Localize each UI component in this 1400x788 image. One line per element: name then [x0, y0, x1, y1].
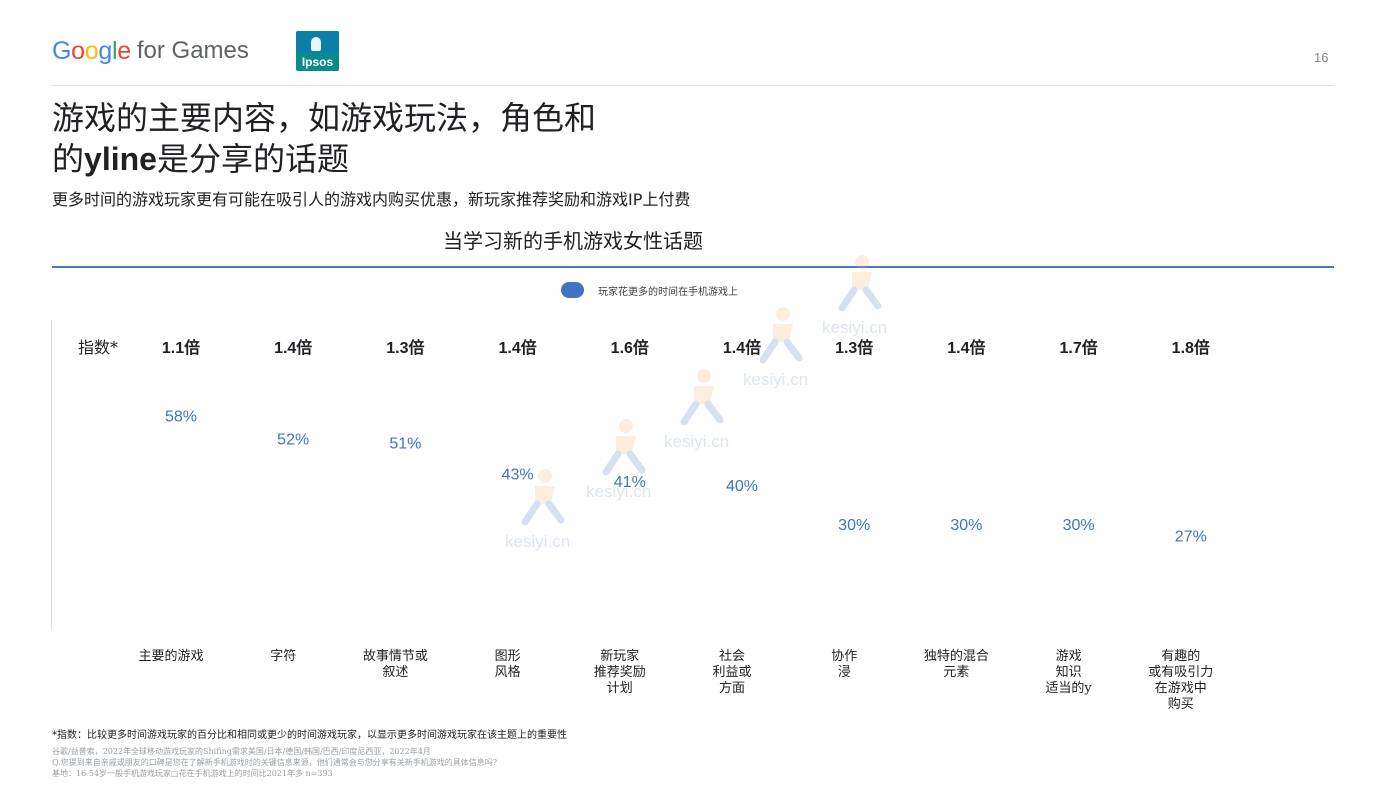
category-label: 协作 — [831, 649, 857, 664]
data-point-label: 30% — [950, 517, 982, 534]
category-label: 浸 — [838, 665, 851, 680]
category-label: 计划 — [607, 681, 633, 696]
index-row-label: 指数* — [78, 338, 118, 357]
base-note: 基地：16-54岁一般手机游戏玩家□花在手机游戏上的时间比2021年多 n=39… — [52, 769, 333, 778]
category-label: 推荐奖励 — [594, 665, 646, 680]
category-label: 元素 — [943, 665, 969, 680]
category-label: 利益或 — [712, 665, 751, 680]
category-label: 方面 — [719, 680, 745, 696]
data-point-label: 41% — [614, 474, 646, 491]
category-label: 或有吸引力 — [1148, 665, 1213, 680]
question-note: Q.您提到来自亲戚或朋友的口碑是您在了解新手机游戏时的关键信息来源，他们通常会与… — [52, 758, 497, 767]
category-label: 在游戏中 — [1155, 681, 1207, 696]
data-point-label: 40% — [726, 478, 758, 495]
index-value-label: 1.7倍 — [1059, 338, 1097, 357]
index-value-label: 1.1倍 — [162, 338, 200, 357]
category-label: 有趣的 — [1161, 648, 1200, 664]
index-value-label: 1.3倍 — [835, 338, 873, 357]
category-label: 购买 — [1168, 696, 1194, 712]
index-value-label: 1.4倍 — [274, 338, 312, 357]
category-label: 叙述 — [382, 665, 408, 680]
category-label: 社会 — [719, 648, 745, 664]
index-value-label: 1.4倍 — [498, 338, 536, 357]
data-point-label: 30% — [838, 517, 870, 534]
index-value-label: 1.4倍 — [723, 338, 761, 357]
source-note: 谷歌/益普索，2022年全球移动游戏玩家的Shifing需求美国/日本/德国/韩… — [52, 747, 431, 756]
data-point-label: 30% — [1063, 517, 1095, 534]
category-label: 知识 — [1056, 664, 1082, 680]
category-label: 字符 — [270, 648, 296, 664]
category-label: 适当的y — [1045, 680, 1092, 696]
category-label: 独特的混合 — [924, 648, 989, 664]
index-value-label: 1.8倍 — [1172, 338, 1210, 357]
category-label: 风格 — [495, 664, 521, 680]
index-value-label: 1.3倍 — [386, 338, 424, 357]
data-point-label: 27% — [1175, 528, 1207, 545]
category-label: 主要的游戏 — [138, 648, 203, 664]
category-label: 游戏 — [1056, 649, 1082, 664]
data-point-label: 52% — [277, 432, 309, 449]
index-value-label: 1.6倍 — [611, 338, 649, 357]
index-value-label: 1.4倍 — [947, 338, 985, 357]
category-label: 新玩家 — [600, 648, 639, 664]
category-label: 故事情节或 — [363, 649, 428, 664]
chart-plot-area: 指数* 1.1倍 58% 主要的游戏 1.4倍 52% 字符 1.3倍 51% 故事情节或叙述 1.… — [78, 338, 1213, 712]
index-footnote: *指数：比较更多时间游戏玩家的百分比和相同或更少的时间游戏玩家，以显示更多时间游… — [52, 730, 567, 741]
data-point-label: 51% — [389, 435, 421, 452]
category-label: 图形 — [495, 649, 521, 664]
data-point-label: 58% — [165, 408, 197, 425]
data-point-label: 43% — [502, 466, 534, 483]
